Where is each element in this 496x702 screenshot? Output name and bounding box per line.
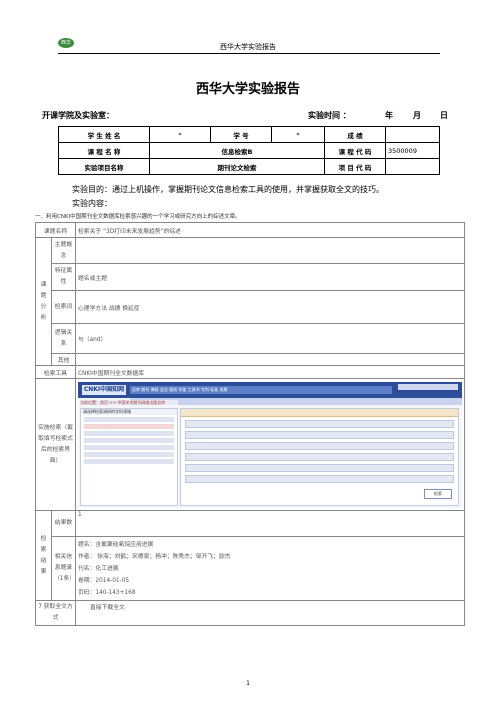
subject-panel: 请选择检索调研的学科领域 — [80, 407, 178, 506]
record-authors: 作者： 徐海；刘鹤；宋德豪；杨冲；陈秀杰；邹开飞；欧杰 — [78, 553, 231, 560]
name-label: 学 生 姓 名 — [58, 126, 150, 143]
record-title: 题名：含氟聚硅氧烷应用进展 — [78, 541, 154, 548]
project-code-value — [385, 158, 440, 175]
other-value — [75, 353, 465, 366]
project-label: 实验项目名称 — [58, 158, 150, 175]
grade-label: 成 绩 — [324, 126, 386, 143]
subject-row — [84, 451, 174, 457]
search-report-table: 课题名称 检索关于 “3D打印未来发展趋势”的综述 课题分析 主题概念 特征属性… — [35, 222, 465, 626]
subject-row — [84, 416, 174, 422]
condition-row — [185, 463, 454, 472]
code-label: 课 程 代 码 — [324, 142, 386, 159]
result-label: 检索结果 — [35, 510, 52, 601]
header-rule — [58, 53, 440, 54]
course-value: 信息检索B — [149, 142, 325, 159]
form-header — [181, 408, 458, 417]
subject-row — [84, 437, 174, 443]
cnki-logo: CNKI中国知网 — [82, 384, 126, 395]
subject-row — [84, 444, 174, 450]
report-title: 西华大学实验报告 — [195, 82, 300, 97]
topic-label: 课题名称 — [35, 222, 76, 238]
month-label: 月 — [413, 111, 421, 120]
code-value: 3500009 — [385, 142, 440, 159]
record-pages: 页码：140-143+168 — [78, 589, 136, 596]
search-button: 检索 — [424, 488, 452, 499]
login-links — [398, 383, 458, 390]
record-details: 题名：含氟聚硅氧烷应用进展 作者： 徐海；刘鹤；宋德豪；杨冲；陈秀杰；邹开飞；欧… — [75, 536, 465, 601]
terms-value: 心理学方法 战德 换延症 — [75, 290, 465, 324]
project-code-label: 项 目 代 码 — [324, 158, 386, 175]
id-label: 学 号 — [210, 126, 272, 143]
fulltext-value: 直接下载全文 — [75, 600, 465, 626]
logic-label: 逻辑关系 — [51, 323, 76, 354]
count-label: 结果数 — [51, 510, 76, 537]
condition-row — [185, 441, 454, 450]
id-value: * — [271, 126, 325, 143]
interface-screenshot-cell: CNKI中国知网 总库 期刊 博硕 会议 报纸 年鉴 工具书 专利 标准 成果 … — [75, 378, 465, 511]
record-issue: 卷期：2014-01-05 — [78, 577, 130, 584]
feature-value: 题名或主题 — [75, 263, 465, 291]
condition-row — [185, 419, 454, 428]
interface-label: 实施检索（截取填写检索式后的检索界面） — [35, 378, 76, 511]
site-nav: 总库 期刊 博硕 会议 报纸 年鉴 工具书 专利 标准 成果 — [130, 385, 392, 394]
subject-panel-title: 请选择检索调研的学科领域 — [81, 408, 177, 415]
location-crumb: 当前位置：首页 >> 中国学术期刊网络出版总库 — [80, 399, 178, 405]
year-label: 年 — [385, 111, 393, 120]
record-journal: 刊名：化工进展 — [78, 565, 119, 572]
course-label: 课 程 名 称 — [58, 142, 150, 159]
tool-value: CNKI中国期刊全文数据库 — [75, 365, 465, 379]
project-value: 期刊论文检索 — [149, 158, 325, 175]
condition-row — [185, 474, 454, 483]
time-label: 实验时间 ： — [308, 111, 351, 120]
college-label: 开课学院及实验室： — [42, 111, 114, 120]
database-tabs — [130, 397, 462, 405]
advanced-search-form: 检索 — [180, 407, 459, 506]
grade-value — [385, 126, 440, 143]
purpose-text: 实验目的：通过上机操作，掌握期刊论文信息检索工具的使用，并掌握获取全文的技巧。 — [72, 185, 384, 194]
task-note: 一、利用CNKI中国期刊全文数据库检索感兴趣的一个学习或研究方向上的综述文章。 — [35, 214, 241, 220]
other-label: 其他 — [51, 353, 76, 366]
content-heading: 实验内容： — [72, 199, 112, 208]
fulltext-label: 7 获取全文方式 — [35, 600, 76, 626]
student-info-table: 学 生 姓 名 * 学 号 * 成 绩 课 程 名 称 信息检索B 课 程 代 … — [58, 126, 440, 175]
running-header: 西华大学实验报告 — [220, 43, 276, 51]
concept-label: 主题概念 — [51, 237, 76, 264]
feature-label: 特征属性 — [51, 263, 76, 291]
topic-value: 检索关于 “3D打印未来发展趋势”的综述 — [75, 222, 465, 238]
name-value: * — [149, 126, 211, 143]
subject-row — [84, 458, 174, 464]
info-label: 相关信息题录（1条） — [51, 536, 76, 601]
logic-value: 与（and） — [75, 323, 465, 354]
page-number: 1 — [246, 680, 250, 687]
subject-row — [84, 430, 174, 436]
subject-row — [84, 423, 174, 429]
condition-row — [185, 430, 454, 439]
terms-label: 检索词 — [51, 290, 76, 324]
search-interface-screenshot: CNKI中国知网 总库 期刊 博硕 会议 报纸 年鉴 工具书 专利 标准 成果 … — [78, 381, 462, 508]
condition-row — [185, 452, 454, 461]
concept-value — [75, 237, 465, 264]
analysis-label: 课题分析 — [35, 237, 52, 366]
tool-label: 检索工具 — [35, 365, 76, 379]
day-label: 日 — [440, 111, 448, 120]
count-value: 1 — [75, 510, 465, 537]
